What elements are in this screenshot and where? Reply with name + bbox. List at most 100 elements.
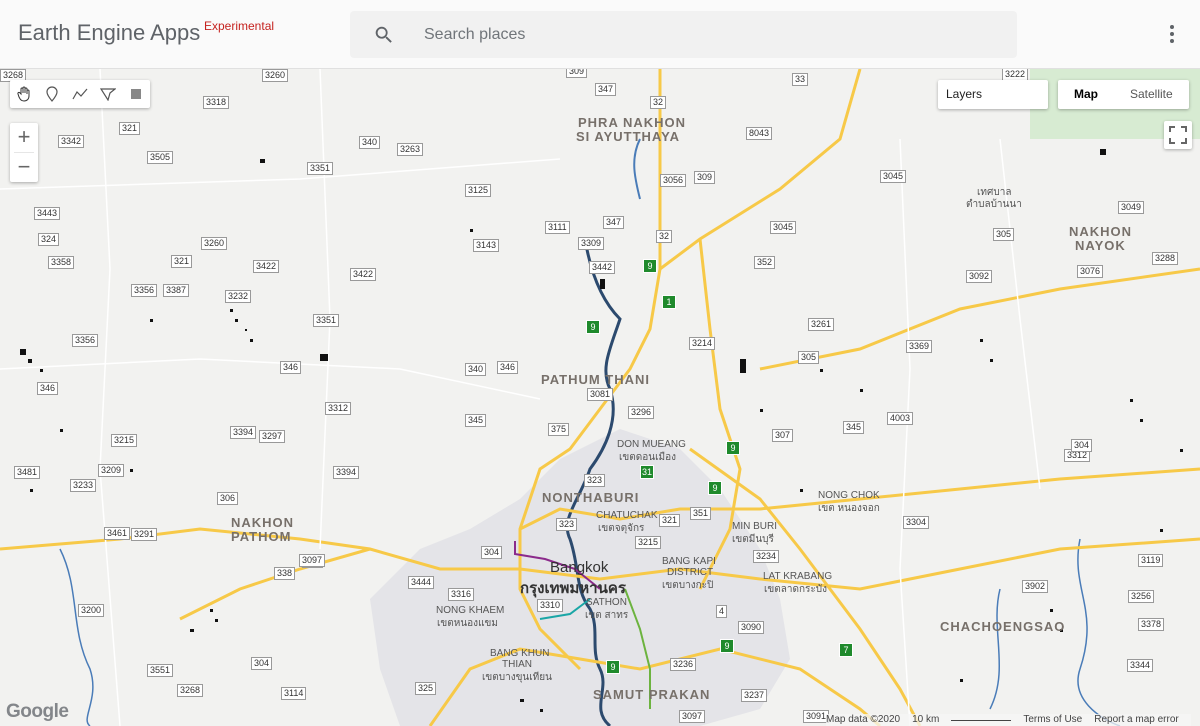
- route-shield: 3297: [259, 430, 286, 443]
- route-shield: 3268: [177, 684, 204, 697]
- route-shield: 3288: [1152, 252, 1179, 265]
- route-shield: 325: [415, 682, 437, 695]
- route-shield: 3342: [58, 135, 85, 148]
- map-type-satellite-button[interactable]: Satellite: [1114, 80, 1189, 109]
- district-label: SATHON: [586, 597, 627, 608]
- map-type-map-button[interactable]: Map: [1058, 80, 1114, 109]
- map-type-control: Map Satellite: [1058, 80, 1189, 109]
- map-footer: Map data ©2020 10 km Terms of Use Report…: [826, 714, 1191, 726]
- route-shield: 3422: [350, 268, 377, 281]
- highway-marker: 7: [839, 643, 853, 657]
- route-shield: 3318: [203, 96, 230, 109]
- district-label: เขต หนองจอก: [818, 503, 880, 514]
- route-shield: 3378: [1138, 618, 1165, 631]
- route-shield: 304: [1071, 439, 1093, 452]
- route-shield: 3505: [147, 151, 174, 164]
- route-shield: 352: [754, 256, 776, 269]
- district-label: DISTRICT: [667, 567, 714, 578]
- route-shield: 3351: [313, 314, 340, 327]
- district-label: เขตหนองแขม: [437, 618, 498, 629]
- route-shield: 3097: [679, 710, 706, 723]
- route-shield: 3387: [163, 284, 190, 297]
- route-shield: 8043: [746, 127, 773, 140]
- route-shield: 3232: [225, 290, 252, 303]
- route-shield: 3461: [104, 527, 131, 540]
- route-shield: 321: [119, 122, 141, 135]
- route-shield: 3358: [48, 256, 75, 269]
- route-shield: 3551: [147, 664, 174, 677]
- rectangle-icon[interactable]: [122, 80, 150, 108]
- route-shield: 304: [481, 546, 503, 559]
- route-shield: 347: [595, 83, 617, 96]
- district-label: NONG CHOK: [818, 490, 880, 501]
- route-shield: 3056: [660, 174, 687, 187]
- route-shield: 32: [656, 230, 673, 243]
- google-logo: Google: [6, 701, 69, 722]
- place-label: SAMUT PRAKAN: [593, 687, 711, 702]
- route-shield: 3443: [34, 207, 61, 220]
- route-shield: 3209: [98, 464, 125, 477]
- route-shield: 351: [690, 507, 712, 520]
- route-shield: 3344: [1127, 659, 1154, 672]
- fullscreen-icon[interactable]: [1164, 121, 1192, 149]
- polyline-icon[interactable]: [66, 80, 94, 108]
- route-shield: 307: [772, 429, 794, 442]
- route-shield: 305: [993, 228, 1015, 241]
- highway-marker: 9: [726, 441, 740, 455]
- district-label: BANG KHUN: [490, 648, 550, 659]
- route-shield: 3442: [589, 261, 616, 274]
- map-canvas[interactable]: PHRA NAKHON SI AYUTTHAYA PATHUM THANI NO…: [0, 69, 1200, 726]
- highway-marker: 9: [643, 259, 657, 273]
- search-icon[interactable]: [373, 24, 395, 46]
- layers-button[interactable]: Layers: [938, 80, 1048, 109]
- map-data-attribution: Map data ©2020: [826, 714, 901, 725]
- place-label: PATHOM: [231, 529, 292, 544]
- route-shield: 3356: [72, 334, 99, 347]
- hand-icon[interactable]: [10, 80, 38, 108]
- route-shield: 3309: [578, 237, 605, 250]
- marker-icon[interactable]: [38, 80, 66, 108]
- terms-link[interactable]: Terms of Use: [1023, 714, 1082, 726]
- route-shield: 3263: [397, 143, 424, 156]
- district-label: LAT KRABANG: [763, 571, 833, 582]
- route-shield: 321: [171, 255, 193, 268]
- polygon-icon[interactable]: [94, 80, 122, 108]
- route-shield: 3260: [262, 69, 289, 82]
- zoom-out-button[interactable]: −: [10, 153, 38, 182]
- route-shield: 33: [792, 73, 809, 86]
- route-shield: 345: [465, 414, 487, 427]
- highway-marker: 9: [720, 639, 734, 653]
- route-shield: 3902: [1022, 580, 1049, 593]
- district-label: เขตบางขุนเทียน: [482, 672, 552, 683]
- zoom-in-button[interactable]: +: [10, 123, 38, 152]
- route-shield: 304: [251, 657, 273, 670]
- report-error-link[interactable]: Report a map error: [1094, 714, 1178, 726]
- route-shield: 3215: [111, 434, 138, 447]
- place-label: PHRA NAKHON: [578, 115, 687, 130]
- scale-label: 10 km: [912, 714, 940, 725]
- route-shield: 346: [37, 382, 59, 395]
- scale-bar: [951, 714, 1012, 721]
- route-shield: 3312: [325, 402, 352, 415]
- search-input[interactable]: [422, 19, 986, 51]
- route-shield: 3214: [689, 337, 716, 350]
- highway-marker: 9: [606, 660, 620, 674]
- app-title: Earth Engine Apps: [18, 20, 201, 45]
- route-shield: 4: [716, 605, 728, 618]
- route-shield: 309: [694, 171, 716, 184]
- district-label: เขตมีนบุรี: [732, 534, 774, 545]
- route-shield: 345: [843, 421, 865, 434]
- route-shield: 346: [497, 361, 519, 374]
- district-label: NONG KHAEM: [436, 605, 505, 616]
- route-shield: 3481: [14, 466, 41, 479]
- district-label: ตำบลบ้านนา: [966, 199, 1022, 210]
- route-shield: 3394: [333, 466, 360, 479]
- more-vert-icon[interactable]: [1160, 22, 1184, 46]
- route-shield: 3049: [1118, 201, 1145, 214]
- route-shield: 323: [584, 474, 606, 487]
- search-box[interactable]: [350, 11, 1017, 58]
- route-shield: 3045: [770, 221, 797, 234]
- route-shield: 321: [659, 514, 681, 527]
- place-label: NAKHON: [231, 515, 295, 530]
- district-label: CHATUCHAK: [596, 510, 658, 521]
